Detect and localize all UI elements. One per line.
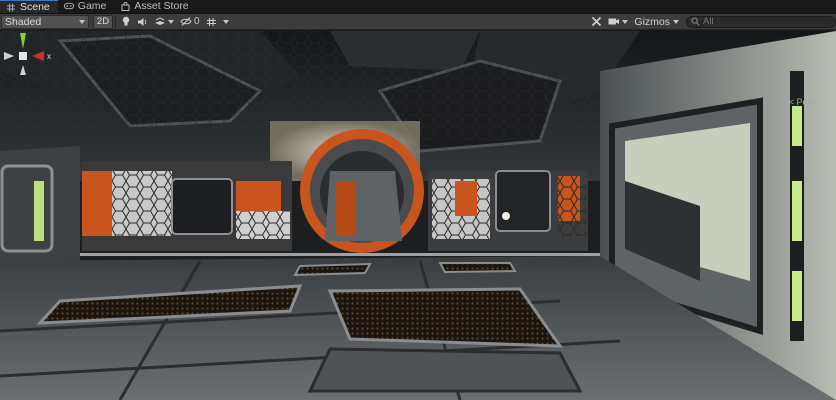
effects-dropdown[interactable] — [151, 15, 177, 29]
chevron-down-icon — [79, 19, 85, 24]
shading-mode-label: Shaded — [5, 15, 42, 28]
right-wall-light — [792, 181, 802, 241]
camera-settings-dropdown[interactable] — [605, 15, 631, 29]
floor-grate — [293, 262, 372, 277]
right-wall-light — [792, 106, 802, 146]
gizmos-label: Gizmos — [634, 15, 670, 28]
chevron-down-icon — [673, 19, 679, 24]
chevron-down-icon — [168, 19, 174, 24]
lighting-toggle-button[interactable] — [118, 15, 134, 29]
orange-panel — [82, 171, 112, 236]
gizmos-dropdown[interactable]: Gizmos — [631, 15, 682, 29]
status-light — [502, 212, 510, 220]
shading-mode-dropdown[interactable]: Shaded — [1, 14, 89, 29]
chevron-down-icon — [222, 19, 229, 24]
search-icon — [691, 17, 700, 26]
chevron-down-icon — [622, 19, 629, 24]
gizmo-neg-y-cone — [20, 65, 26, 75]
scene-viewport[interactable]: x < Persp — [0, 31, 836, 400]
hex-panel-pattern — [112, 171, 172, 236]
floor-grate — [327, 287, 563, 348]
hex-panel-pattern — [558, 176, 586, 236]
wrench-cross-icon — [592, 16, 602, 27]
scene-toolbar: Shaded 2D 0 Gizmos — [0, 14, 836, 30]
hash-grid-icon — [6, 3, 16, 12]
audio-toggle-button[interactable] — [134, 15, 151, 29]
search-input[interactable] — [703, 16, 823, 27]
shopping-bag-icon — [120, 1, 130, 11]
camera-icon — [608, 18, 620, 25]
floor-trim-light — [80, 253, 600, 256]
hex-panel-pattern — [236, 211, 290, 239]
gizmo-center-cube — [19, 52, 27, 60]
grid-snapping-dropdown[interactable] — [203, 15, 220, 29]
editor-tab-bar: Scene Game Asset Store — [0, 0, 836, 14]
tab-game[interactable]: Game — [58, 0, 115, 13]
hidden-count: 0 — [194, 16, 200, 27]
speaker-icon — [138, 17, 147, 26]
gamepad-icon — [63, 2, 74, 11]
gizmo-neg-x-cone — [4, 52, 14, 60]
tab-scene[interactable]: Scene — [0, 0, 58, 13]
orientation-gizmo[interactable]: x — [0, 31, 52, 103]
left-wall-light — [34, 181, 44, 241]
floor-grate — [438, 262, 517, 274]
tab-game-label: Game — [77, 0, 107, 12]
toolbar-divider — [115, 14, 116, 29]
tools-button[interactable] — [588, 15, 605, 29]
scene-visibility-toggle[interactable]: 0 — [177, 15, 203, 29]
ring-door-orange-strip — [335, 181, 355, 236]
tab-asset-store[interactable]: Asset Store — [114, 0, 196, 13]
eye-slash-icon — [180, 17, 192, 26]
effects-layers-icon — [155, 16, 165, 25]
orange-panel — [236, 181, 281, 211]
grid-icon — [206, 17, 216, 26]
tab-scene-label: Scene — [20, 1, 50, 13]
gizmo-y-axis-cone — [20, 33, 26, 49]
gizmo-x-axis-cone — [32, 51, 44, 61]
scene-render — [0, 31, 836, 400]
toggle-2d-button[interactable]: 2D — [93, 14, 113, 29]
console-unit — [495, 170, 551, 232]
gizmo-x-label: x — [47, 52, 51, 61]
projection-label[interactable]: < Persp — [789, 97, 820, 107]
right-wall-light — [792, 271, 802, 321]
orange-panel — [455, 181, 477, 216]
more-options-dropdown[interactable] — [220, 15, 232, 29]
console-unit — [171, 178, 233, 235]
tab-asset-store-label: Asset Store — [134, 0, 189, 12]
floor-grate — [307, 347, 583, 393]
lightbulb-icon — [122, 16, 130, 26]
hierarchy-search[interactable] — [686, 15, 836, 28]
